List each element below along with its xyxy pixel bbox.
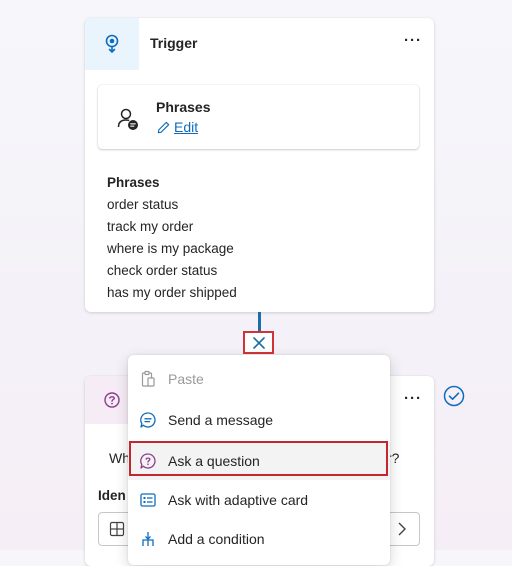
menu-item-add-condition[interactable]: Add a condition [128,519,390,558]
menu-item-label: Paste [168,370,204,387]
pencil-icon [157,121,170,133]
trigger-more-options-button[interactable]: ··· [404,32,422,49]
menu-item-label: Send a message [168,411,274,428]
edit-phrases-link[interactable]: Edit [156,119,198,135]
add-node-menu: Paste Send a message Ask a question Ask … [128,355,390,565]
menu-item-ask-question[interactable]: Ask a question [128,441,390,480]
question-text-start: Wh [109,450,130,466]
phrases-box[interactable]: Phrases Edit [98,85,419,149]
menu-item-label: Ask a question [168,452,260,469]
entity-grid-icon [109,521,125,542]
chevron-right-icon [397,521,407,542]
trigger-title: Trigger [150,35,198,51]
phrase-item: track my order [107,219,194,234]
condition-icon [138,529,158,549]
menu-item-label: Add a condition [168,530,265,547]
phrase-list: Phrases order status track my order wher… [107,172,237,304]
close-add-node-button[interactable] [243,331,274,354]
question-more-options-button[interactable]: ··· [404,390,422,407]
message-icon [138,410,158,430]
phrase-item: where is my package [107,241,234,256]
question-icon [138,451,158,471]
phrases-person-icon [116,107,140,136]
adaptive-card-icon [138,490,158,510]
menu-item-ask-adaptive-card[interactable]: Ask with adaptive card [128,480,390,519]
menu-item-paste[interactable]: Paste [128,359,390,398]
phrase-item: check order status [107,263,218,278]
paste-icon [138,369,158,389]
identify-label: Iden [98,488,126,503]
menu-item-send-message[interactable]: Send a message [128,400,390,439]
trigger-header: Trigger ··· [85,18,434,70]
phrases-box-title: Phrases [156,99,211,115]
phrase-item: order status [107,197,179,212]
close-icon [252,336,265,349]
phrase-item: has my order shipped [107,285,237,300]
node-connector-line [258,312,261,332]
trigger-node-card[interactable]: Trigger ··· Phrases Edit Phrases order s… [85,18,434,312]
trigger-icon [85,18,139,70]
menu-item-label: Ask with adaptive card [168,491,309,508]
edit-label: Edit [174,119,199,135]
check-circle-icon[interactable] [443,385,465,412]
phrase-list-heading: Phrases [107,175,160,190]
